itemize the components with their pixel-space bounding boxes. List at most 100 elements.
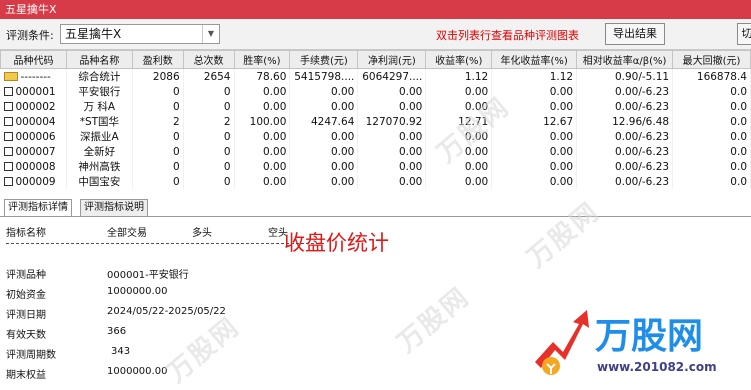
table-cell: 1.12 xyxy=(491,68,578,84)
table-cell: 2086 xyxy=(132,68,184,84)
code-cell: 000002 xyxy=(0,99,67,114)
table-cell: 0.00 xyxy=(491,144,578,159)
table-cell: 2 xyxy=(183,114,235,129)
table-cell: 深振业A xyxy=(66,129,133,144)
document-icon xyxy=(3,116,13,126)
table-cell: 0 xyxy=(183,159,235,174)
table-row[interactable]: 000006 深振业A 0 0 0.00 0.00 0.00 0.00 0.00 0.00/-6.… xyxy=(0,129,751,144)
document-icon xyxy=(3,161,13,171)
table-cell: 0.0 xyxy=(672,144,751,159)
table-cell: 0.00 xyxy=(234,84,291,99)
table-cell: 0.00 xyxy=(357,99,427,114)
column-header[interactable]: 最大回撤(元) xyxy=(672,50,751,69)
table-row[interactable]: -------- 综合统计 2086 2654 78.60 5415798.... 6064… xyxy=(0,68,751,84)
table-row[interactable]: 000008 神州高铁 0 0 0.00 0.00 0.00 0.00 0.00 0.00/-6.… xyxy=(0,159,751,174)
column-header[interactable]: 盈利数 xyxy=(131,50,184,69)
condition-select[interactable]: 五星擒牛X ▼ xyxy=(60,24,220,44)
table-cell: 1.12 xyxy=(425,68,493,84)
code-cell: 000008 xyxy=(0,159,67,174)
detail-header-name: 指标名称 xyxy=(6,228,46,239)
table-cell: 0.0 xyxy=(672,114,751,129)
table-cell: 0.00 xyxy=(234,99,291,114)
code-text: 000009 xyxy=(15,175,56,188)
extra-button[interactable]: 切 xyxy=(737,23,751,45)
table-cell: 0.0 xyxy=(672,129,751,144)
hint-text: 双击列表行查看品种评测图表 xyxy=(436,29,579,42)
column-header[interactable]: 年化收益率(%) xyxy=(491,50,578,69)
table-cell: 12.96/6.48 xyxy=(576,114,674,129)
summary-icon xyxy=(3,71,18,81)
toolbar: 评测条件: 五星擒牛X ▼ 双击列表行查看品种评测图表 导出结果 切 xyxy=(0,19,751,50)
column-header[interactable]: 总次数 xyxy=(182,50,235,69)
table-cell: 0.00/-6.23 xyxy=(576,129,674,144)
document-icon xyxy=(3,86,13,96)
chevron-down-icon[interactable]: ▼ xyxy=(202,25,219,43)
column-header[interactable]: 相对收益率α/β(%) xyxy=(576,50,674,69)
table-cell: 0 xyxy=(132,159,184,174)
code-cell: 000009 xyxy=(0,174,67,189)
table-row[interactable]: 000002 万 科A 0 0 0.00 0.00 0.00 0.00 0.00 0.00/-6.… xyxy=(0,99,751,114)
table-cell: 0.00 xyxy=(425,174,493,189)
code-cell: 000006 xyxy=(0,129,67,144)
table-cell: 0 xyxy=(132,174,184,189)
table-cell: 5415798.... xyxy=(289,68,359,84)
table-cell: 0.0 xyxy=(672,174,751,189)
code-text: -------- xyxy=(20,70,51,83)
table-cell: 166878.4 xyxy=(672,68,751,84)
table-cell: 4247.64 xyxy=(289,114,359,129)
table-cell: 0.0 xyxy=(672,159,751,174)
table-cell: 2654 xyxy=(183,68,235,84)
table-cell: 全新好 xyxy=(66,144,133,159)
table-cell: 0.00/-6.23 xyxy=(576,159,674,174)
table-cell: 0 xyxy=(132,144,184,159)
table-cell: 0.00 xyxy=(289,174,359,189)
column-header[interactable]: 净利润(元) xyxy=(357,50,427,69)
detail-label: 评测周期数 xyxy=(6,350,56,361)
table-row[interactable]: 000007 全新好 0 0 0.00 0.00 0.00 0.00 0.00 0.00/-6.2… xyxy=(0,144,751,159)
table-cell: 0.00/-6.23 xyxy=(576,99,674,114)
table-cell: 0.00 xyxy=(234,174,291,189)
export-button[interactable]: 导出结果 xyxy=(605,23,665,45)
table-row[interactable]: 000009 中国宝安 0 0 0.00 0.00 0.00 0.00 0.00 0.00/-6.… xyxy=(0,174,751,189)
column-header[interactable]: 品种名称 xyxy=(65,50,133,69)
table-cell: 0.0 xyxy=(672,84,751,99)
detail-value: 2024/05/22-2025/05/22 xyxy=(107,306,226,317)
title-bar: 五星擒牛X xyxy=(0,0,751,19)
table-cell: 0.90/-5.11 xyxy=(576,68,674,84)
logo-url: www.201082.com xyxy=(597,360,717,374)
table-cell: 0.00 xyxy=(289,144,359,159)
table-body: -------- 综合统计 2086 2654 78.60 5415798.... 6064… xyxy=(0,68,751,189)
logo-title: 万股网 xyxy=(595,316,704,357)
table-cell: 0.00 xyxy=(491,174,578,189)
table-cell: 0.00 xyxy=(234,159,291,174)
table-row[interactable]: 000001 平安银行 0 0 0.00 0.00 0.00 0.00 0.00 0.00/-6.… xyxy=(0,84,751,99)
document-icon xyxy=(3,101,13,111)
code-text: 000004 xyxy=(15,115,56,128)
table-cell: 0.0 xyxy=(672,99,751,114)
tab-indicator-help[interactable]: 评测指标说明 xyxy=(80,199,148,216)
code-cell: 000004 xyxy=(0,114,67,129)
column-header[interactable]: 品种代码 xyxy=(0,50,67,69)
column-header[interactable]: 收益率(%) xyxy=(425,50,493,69)
code-cell: 000001 xyxy=(0,84,67,99)
table-row[interactable]: 000004 *ST国华 2 2 100.00 4247.64 127070.92 12.71… xyxy=(0,114,751,129)
document-icon xyxy=(3,146,13,156)
window-title: 五星擒牛X xyxy=(5,3,57,16)
table-cell: 0.00 xyxy=(491,159,578,174)
column-header[interactable]: 胜率(%) xyxy=(233,50,291,69)
table-cell: 中国宝安 xyxy=(66,174,133,189)
table-cell: 0.00 xyxy=(289,84,359,99)
detail-label: 期末权益 xyxy=(6,370,46,381)
table-cell: 0 xyxy=(183,144,235,159)
site-logo: 万股网 www.201082.com xyxy=(525,302,751,386)
tab-indicator-detail[interactable]: 评测指标详情 xyxy=(4,199,72,216)
bull-arrow-icon xyxy=(535,310,589,375)
code-text: 000002 xyxy=(15,100,56,113)
table-cell: 100.00 xyxy=(234,114,291,129)
column-header[interactable]: 手续费(元) xyxy=(289,50,359,69)
detail-label: 评测日期 xyxy=(6,310,46,321)
table-cell: 神州高铁 xyxy=(66,159,133,174)
detail-value: 000001-平安银行 xyxy=(107,270,189,281)
results-grid: 品种代码 品种名称 盈利数 总次数 胜率(%) 手续费(元) 净利润(元) 收益率(%) 年化收… xyxy=(0,50,751,189)
table-header-row: 品种代码 品种名称 盈利数 总次数 胜率(%) 手续费(元) 净利润(元) 收益率(%) 年化收… xyxy=(0,50,751,69)
